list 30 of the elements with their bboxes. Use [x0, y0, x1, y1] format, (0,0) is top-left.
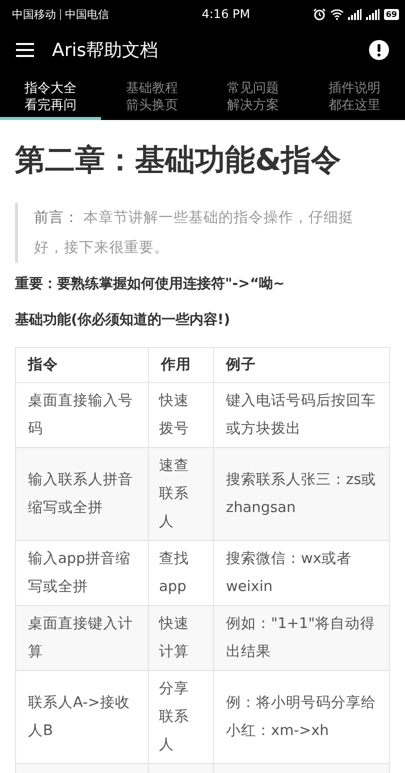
table-cell: 速查联系人 — [148, 448, 214, 540]
tab[interactable]: 插件说明都在这里 — [304, 72, 405, 120]
carrier-label: 中国电信 — [65, 6, 109, 22]
alarm-clock-icon — [312, 8, 326, 20]
alert-button[interactable] — [369, 40, 389, 60]
column-header: 例子 — [214, 348, 390, 382]
menu-button[interactable] — [16, 43, 34, 57]
column-header: 作用 — [148, 348, 214, 382]
table-cell: 桌面直接键入计算 — [16, 606, 148, 670]
table-cell: 输入联系人拼音缩写或全拼 — [16, 448, 148, 540]
section-subheading: 基础功能(你必须知道的一些内容!) — [15, 311, 232, 329]
clock-time: 4:16 PM — [200, 7, 250, 21]
important-note: 重要：要熟练掌握如何使用连接符"->“呦~ — [15, 275, 286, 293]
table-cell: 例如："1+1"将自动得出结果 — [214, 606, 390, 670]
signal-icon — [366, 8, 380, 20]
carrier-label: 中国移动 — [12, 6, 56, 22]
menu-icon — [16, 43, 34, 57]
signal-icon — [348, 8, 362, 20]
wifi-icon — [330, 8, 344, 20]
tab[interactable]: 基础教程箭头换页 — [101, 72, 202, 120]
chapter-heading: 第二章：基础功能&指令 — [15, 142, 342, 180]
column-header: 指令 — [16, 348, 148, 382]
tab[interactable]: 常见问题解决方案 — [202, 72, 304, 120]
table-cell: 搜索联系人张三：zs或zhangsan — [214, 448, 390, 540]
exclamation-icon — [369, 40, 389, 60]
table-cell: 快速计算 — [148, 606, 214, 670]
preface-quote: 前言： 本章节讲解一些基础的指令操作，仔细挺好，接下来很重要。 — [15, 203, 390, 263]
tab[interactable]: 指令大全看完再问 — [0, 72, 102, 120]
app-title: Aris帮助文档 — [52, 39, 160, 62]
battery-indicator: 69 — [384, 8, 399, 20]
